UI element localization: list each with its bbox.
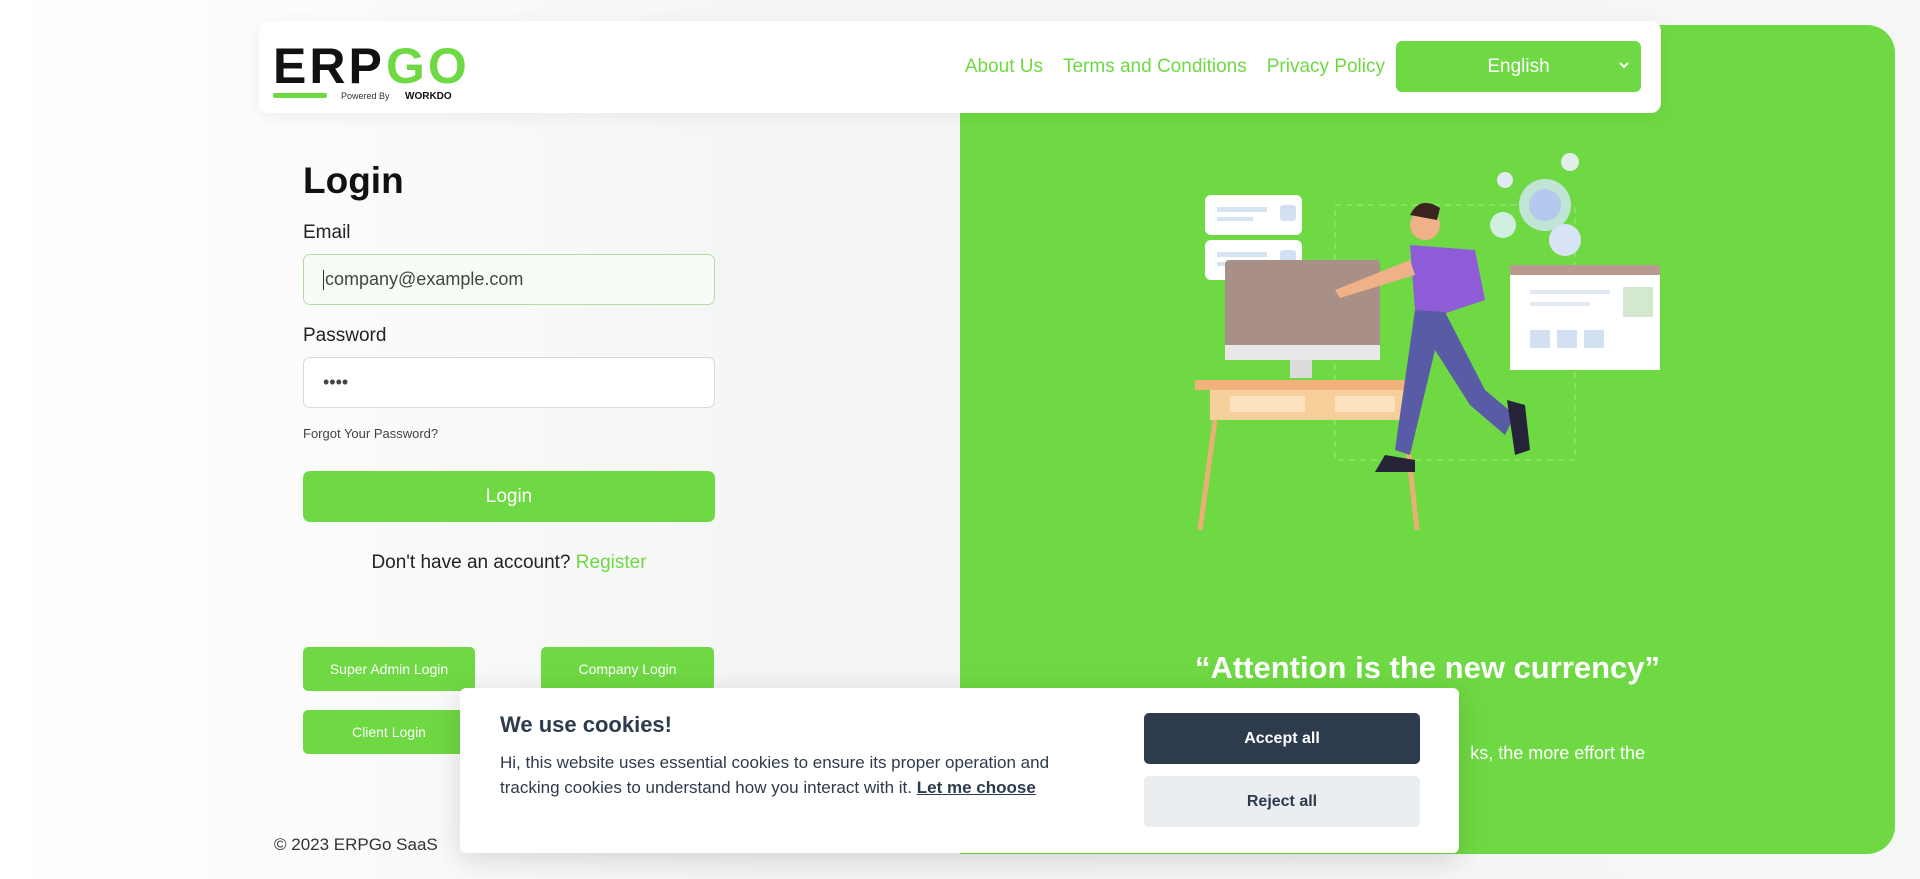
email-placeholder: company@example.com (325, 269, 524, 289)
logo-powered-brand: WORKDO (405, 91, 452, 101)
password-value: •••• (323, 372, 349, 392)
hero-subtext: ks, the more effort the (1470, 743, 1645, 763)
language-select[interactable]: English (1396, 41, 1641, 92)
person-at-desk-illustration (1195, 153, 1660, 531)
logo-text-left: ERP (273, 38, 385, 94)
register-prompt: Don't have an account? Register (303, 552, 715, 574)
password-label: Password (303, 325, 387, 346)
login-button[interactable]: Login (303, 471, 715, 522)
copyright: © 2023 ERPGo SaaS (274, 835, 438, 854)
hero-quote: “Attention is the new currency” (1194, 650, 1661, 685)
top-navbar: ERP GO Powered By WORKDO About Us Terms … (259, 21, 1661, 113)
chevron-down-icon (1619, 62, 1629, 69)
no-account-text: Don't have an account? (371, 552, 571, 573)
text-caret (323, 269, 324, 290)
accept-all-button[interactable]: Accept all (1144, 713, 1420, 764)
nav-terms[interactable]: Terms and Conditions (1063, 56, 1247, 78)
nav-privacy[interactable]: Privacy Policy (1267, 56, 1385, 78)
super-admin-login-button[interactable]: Super Admin Login (303, 647, 475, 691)
language-value: English (1487, 55, 1550, 77)
register-link[interactable]: Register (576, 552, 647, 573)
logo-powered-by: Powered By (341, 91, 390, 101)
forgot-password-link[interactable]: Forgot Your Password? (303, 426, 715, 441)
login-form: Login Email company@example.com Password… (303, 160, 715, 574)
client-login-button[interactable]: Client Login (303, 710, 475, 754)
login-title: Login (303, 160, 404, 201)
logo-text-right: GO (386, 38, 470, 94)
erpgo-logo[interactable]: ERP GO Powered By WORKDO (273, 35, 473, 101)
password-field[interactable]: •••• (303, 357, 715, 408)
cookie-description: Hi, this website uses essential cookies … (500, 750, 1070, 800)
let-me-choose-link[interactable]: Let me choose (917, 778, 1036, 797)
cookie-title: We use cookies! (500, 712, 672, 737)
nav-links: About Us Terms and Conditions Privacy Po… (965, 56, 1385, 78)
cookie-banner: We use cookies! Hi, this website uses es… (460, 688, 1459, 853)
company-login-button[interactable]: Company Login (541, 647, 714, 691)
reject-all-button[interactable]: Reject all (1144, 776, 1420, 827)
email-field[interactable]: company@example.com (303, 254, 715, 305)
email-label: Email (303, 222, 351, 243)
nav-about-us[interactable]: About Us (965, 56, 1043, 78)
